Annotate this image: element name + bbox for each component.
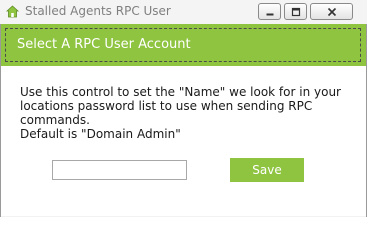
window-title: Stalled Agents RPC User — [25, 4, 171, 18]
default-note: Default is "Domain Admin" — [20, 127, 181, 141]
close-icon — [327, 7, 336, 16]
minimize-button[interactable] — [258, 3, 281, 20]
header-banner: Select A RPC User Account — [1, 24, 366, 66]
close-button[interactable] — [310, 3, 353, 20]
maximize-icon — [291, 7, 300, 16]
maximize-button[interactable] — [284, 3, 307, 20]
save-button[interactable]: Save — [230, 158, 304, 182]
banner-title: Select A RPC User Account — [17, 37, 191, 52]
minimize-icon — [266, 13, 273, 15]
rpc-user-input[interactable] — [52, 160, 187, 180]
client-area: Select A RPC User Account Use this contr… — [1, 24, 366, 216]
house-icon — [6, 5, 19, 18]
rpc-user-window: Stalled Agents RPC User Select A RPC Use… — [0, 0, 367, 217]
title-bar[interactable]: Stalled Agents RPC User — [0, 0, 367, 24]
description-text: Use this control to set the "Name" we lo… — [20, 85, 341, 127]
